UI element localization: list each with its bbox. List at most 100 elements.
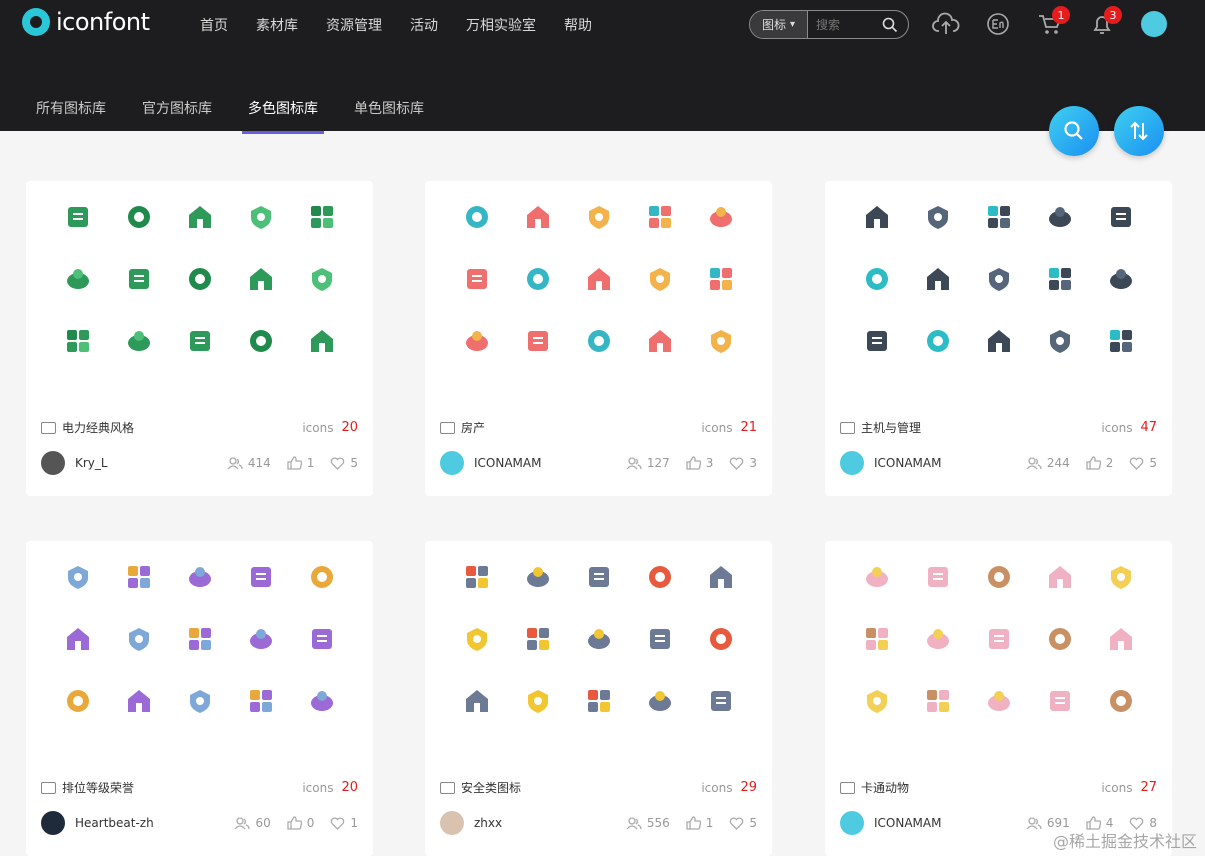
preview-icon bbox=[648, 206, 671, 228]
card-title-row: 安全类图标 icons 29 bbox=[440, 779, 757, 796]
preview-icon bbox=[587, 629, 610, 649]
favorites-stat[interactable]: 5 bbox=[729, 816, 757, 830]
author-name[interactable]: ICONAMAM bbox=[874, 816, 1010, 830]
favorites-stat[interactable]: 5 bbox=[330, 456, 358, 470]
preview-icon bbox=[67, 628, 90, 650]
main-nav: 首页 素材库 资源管理 活动 万相实验室 帮助 bbox=[200, 15, 620, 35]
preview-icon bbox=[466, 206, 489, 228]
icon-count: 27 bbox=[1140, 780, 1157, 795]
author-avatar[interactable] bbox=[41, 811, 65, 835]
author-name[interactable]: Heartbeat-zh bbox=[75, 816, 218, 830]
watermark: @稀土掘金技术社区 bbox=[1052, 832, 1197, 851]
author-avatar[interactable] bbox=[41, 451, 65, 475]
author-name[interactable]: ICONAMAM bbox=[874, 456, 1010, 470]
library-card[interactable]: 电力经典风格 icons 20 Kry_L 414 1 5 bbox=[26, 181, 373, 496]
preview-icon bbox=[527, 268, 550, 290]
heart-icon bbox=[331, 457, 345, 470]
author-name[interactable]: ICONAMAM bbox=[474, 456, 610, 470]
author-name[interactable]: Kry_L bbox=[75, 456, 211, 470]
library-card[interactable]: 主机与管理 icons 47 ICONAMAM 244 2 5 bbox=[825, 181, 1172, 496]
likes-stat[interactable]: 1 bbox=[686, 816, 713, 830]
preview-icon bbox=[188, 628, 211, 650]
likes-stat[interactable]: 2 bbox=[1086, 456, 1113, 470]
library-card[interactable]: 排位等级荣誉 icons 20 Heartbeat-zh 60 0 1 bbox=[26, 541, 373, 856]
card-title[interactable]: 卡通动物 bbox=[861, 779, 1101, 796]
preview-icon bbox=[466, 690, 489, 712]
preview-icon bbox=[987, 691, 1010, 711]
icons-label: icons bbox=[701, 780, 733, 795]
author-avatar[interactable] bbox=[440, 451, 464, 475]
nav-item-home[interactable]: 首页 bbox=[200, 15, 228, 35]
card-title[interactable]: 排位等级荣誉 bbox=[62, 779, 302, 796]
cart-button[interactable]: 1 bbox=[1036, 6, 1070, 38]
notification-button[interactable]: 3 bbox=[1088, 6, 1122, 38]
likes-stat[interactable]: 1 bbox=[287, 456, 315, 470]
preview-icon bbox=[1048, 207, 1071, 227]
card-title-row: 房产 icons 21 bbox=[440, 419, 757, 436]
preview-icon bbox=[189, 331, 210, 351]
search-type-select[interactable]: 图标 ▾ bbox=[750, 11, 809, 38]
preview-icon bbox=[1110, 566, 1131, 589]
author-avatar[interactable] bbox=[840, 811, 864, 835]
library-card[interactable]: 安全类图标 icons 29 zhxx 556 1 5 bbox=[425, 541, 772, 856]
toolbar: 1 3 bbox=[932, 6, 1192, 38]
search-input[interactable] bbox=[808, 17, 882, 32]
preview-icon bbox=[927, 629, 950, 649]
favorites-count: 5 bbox=[1149, 456, 1157, 470]
favorites-stat[interactable]: 5 bbox=[1129, 456, 1157, 470]
language-icon bbox=[987, 13, 1009, 35]
preview-icon bbox=[587, 690, 610, 712]
preview-icon bbox=[927, 268, 950, 290]
preview-icon bbox=[128, 206, 151, 228]
tab-monochrome[interactable]: 单色图标库 bbox=[354, 98, 424, 134]
author-avatar[interactable] bbox=[440, 811, 464, 835]
nav-item-materials[interactable]: 素材库 bbox=[256, 15, 298, 35]
card-meta-row: Kry_L 414 1 5 bbox=[41, 451, 358, 475]
preview-icon bbox=[648, 566, 671, 588]
upload-button[interactable] bbox=[932, 10, 960, 38]
preview-icon bbox=[310, 566, 333, 588]
likes-stat[interactable]: 3 bbox=[686, 456, 714, 470]
nav-item-lab[interactable]: 万相实验室 bbox=[466, 15, 536, 35]
nav-item-resources[interactable]: 资源管理 bbox=[326, 15, 382, 35]
preview-icon bbox=[710, 691, 731, 711]
cart-badge: 1 bbox=[1052, 6, 1070, 24]
card-title[interactable]: 房产 bbox=[461, 419, 701, 436]
likes-count: 1 bbox=[306, 456, 315, 470]
library-card[interactable]: 房产 icons 21 ICONAMAM 127 3 3 bbox=[425, 181, 772, 496]
followers-count: 60 bbox=[255, 816, 271, 830]
followers-count: 556 bbox=[646, 816, 670, 830]
card-title[interactable]: 安全类图标 bbox=[461, 779, 701, 796]
user-menu[interactable] bbox=[1140, 10, 1168, 38]
heart-icon bbox=[1130, 457, 1144, 470]
tab-all[interactable]: 所有图标库 bbox=[36, 98, 106, 134]
icon-count: 21 bbox=[740, 420, 757, 435]
library-card[interactable]: 卡通动物 icons 27 ICONAMAM 691 4 8 bbox=[825, 541, 1172, 856]
favorites-stat[interactable]: 3 bbox=[729, 456, 757, 470]
search-icon[interactable] bbox=[882, 17, 898, 33]
preview-icon bbox=[866, 268, 889, 290]
preview-icon bbox=[1048, 628, 1071, 650]
preview-icon bbox=[928, 567, 949, 587]
card-title-row: 主机与管理 icons 47 bbox=[840, 419, 1157, 436]
author-name[interactable]: zhxx bbox=[474, 816, 610, 830]
tab-official[interactable]: 官方图标库 bbox=[142, 98, 212, 134]
preview-icon bbox=[128, 331, 151, 351]
tab-multicolor[interactable]: 多色图标库 bbox=[242, 98, 324, 134]
likes-count: 3 bbox=[705, 456, 714, 470]
likes-stat[interactable]: 0 bbox=[287, 816, 314, 830]
preview-icon bbox=[588, 567, 609, 587]
nav-item-help[interactable]: 帮助 bbox=[564, 15, 592, 35]
preview-icon bbox=[588, 206, 609, 229]
author-avatar[interactable] bbox=[840, 451, 864, 475]
preview-icon bbox=[311, 268, 332, 291]
preview-icon bbox=[466, 331, 489, 351]
logo[interactable]: iconfont bbox=[22, 8, 150, 36]
card-title-row: 排位等级荣誉 icons 20 bbox=[41, 779, 358, 796]
followers-stat: 127 bbox=[626, 456, 670, 470]
language-button[interactable] bbox=[984, 10, 1012, 38]
favorites-stat[interactable]: 1 bbox=[330, 816, 358, 830]
card-title[interactable]: 主机与管理 bbox=[861, 419, 1101, 436]
card-title[interactable]: 电力经典风格 bbox=[62, 419, 302, 436]
nav-item-activities[interactable]: 活动 bbox=[410, 15, 438, 35]
